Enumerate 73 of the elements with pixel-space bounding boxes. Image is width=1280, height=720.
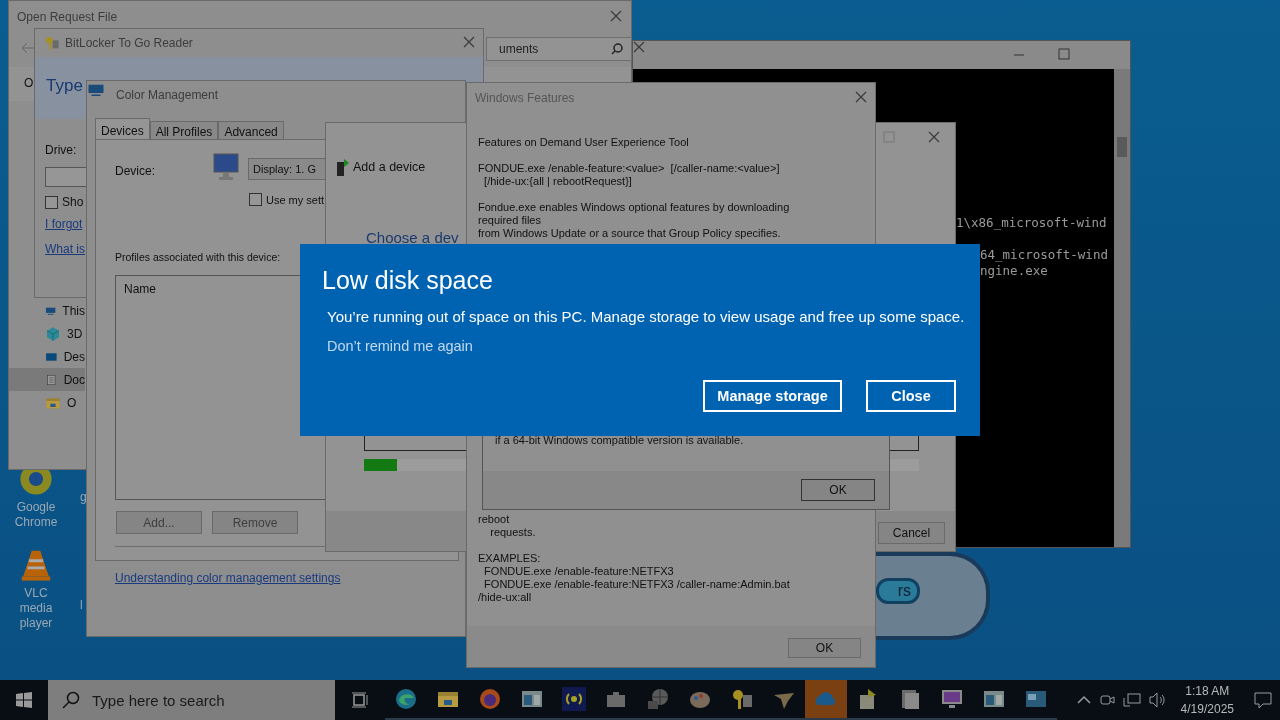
console-text: 64_microsoft-wind: [980, 247, 1108, 262]
close-icon[interactable]: [463, 36, 475, 48]
help-text: EXAMPLES: FONDUE.exe /enable-feature:NETFX3 FONDUE.exe /enable-feature:NETFX3 /caller-name:Admin.bat /hide-ux:all: [478, 552, 790, 604]
manage-storage-button[interactable]: Manage storage: [703, 380, 842, 412]
broadcast-icon: [562, 687, 586, 711]
scrollbar[interactable]: [1114, 69, 1130, 547]
close-button[interactable]: Close: [866, 380, 956, 412]
traffic-cone-icon: [19, 548, 53, 582]
search-field[interactable]: uments: [486, 37, 632, 61]
browser-icon: [394, 687, 418, 711]
console-text: 1\x86_microsoft-wind: [956, 215, 1107, 230]
start-icon[interactable]: [16, 692, 32, 708]
window-title: Add a device: [353, 160, 426, 174]
desktop-icon-label[interactable]: g: [80, 490, 87, 505]
cube-icon: [45, 325, 61, 342]
notification-icon[interactable]: [1254, 691, 1272, 709]
device-dropdown[interactable]: Display: 1. G: [248, 158, 325, 180]
nav-item[interactable]: This: [9, 299, 85, 322]
cancel-button[interactable]: Cancel: [878, 522, 945, 544]
search-icon: [611, 43, 623, 55]
window-title: Windows Features: [475, 91, 575, 105]
app-button[interactable]: rs: [876, 578, 920, 604]
task-view-icon[interactable]: [351, 692, 369, 708]
ok-button[interactable]: OK: [801, 479, 875, 501]
profiles-label: Profiles associated with this device:: [115, 251, 281, 263]
checkbox-label: Use my sett: [266, 193, 325, 206]
close-icon[interactable]: [928, 131, 940, 143]
globe-icon: [646, 687, 670, 711]
toolbar-text[interactable]: O: [24, 76, 34, 90]
nav-item[interactable]: Des: [9, 345, 85, 368]
keys-icon: [43, 35, 61, 51]
desktop-icon-label[interactable]: Google Chrome: [8, 500, 64, 530]
help-text: FONDUE.exe /enable-feature:<value> [/caller-name:<value>] [/hide-ux:{all | rebootRequest}]: [478, 162, 780, 188]
close-icon[interactable]: [855, 91, 867, 103]
maximize-icon[interactable]: [1058, 48, 1070, 60]
checkbox[interactable]: [249, 193, 262, 206]
help-text: Fondue.exe enables Windows optional features by downloading required files from Windows Update or a source that Group Policy specifies.: [478, 201, 790, 240]
checkbox[interactable]: [45, 195, 58, 209]
ok-button[interactable]: OK: [788, 638, 861, 658]
tab[interactable]: Devices: [95, 118, 150, 142]
monitor-icon: [940, 687, 964, 711]
device-icon: [336, 157, 350, 177]
help-text: reboot requests.: [478, 513, 536, 539]
camera-icon[interactable]: [1098, 692, 1115, 708]
network-icon[interactable]: [1122, 692, 1141, 708]
window-title: Color Management: [116, 88, 219, 102]
desktop-icon-label[interactable]: VLC media player: [8, 586, 64, 631]
nav-item[interactable]: Doc: [9, 368, 85, 391]
search-field[interactable]: Type here to search: [48, 680, 335, 720]
nav-item[interactable]: O: [9, 391, 85, 414]
browser-icon: [478, 687, 502, 711]
chevron-up-icon[interactable]: [1076, 695, 1091, 705]
close-icon[interactable]: [610, 10, 622, 22]
nav-item[interactable]: 3D: [9, 322, 85, 345]
checkbox-label: Sho: [62, 195, 84, 209]
help-text: Features on Demand User Experience Tool: [478, 136, 689, 149]
message-text: if a 64-bit Windows compatible version is available.: [495, 434, 744, 447]
key-icon: [730, 687, 754, 711]
desktop-icon-label[interactable]: l: [80, 598, 83, 613]
link[interactable]: Understanding color management settings: [115, 571, 341, 585]
heading: Choose a dev: [366, 229, 459, 246]
link[interactable]: I forgot: [45, 217, 83, 231]
device-label: Device:: [115, 164, 155, 178]
search-icon: [62, 691, 80, 709]
window-title: BitLocker To Go Reader: [65, 36, 193, 50]
clock[interactable]: 1:18 AM 4/19/2025: [1174, 682, 1240, 718]
window-title: Open Request File: [17, 10, 118, 24]
drive-label: Drive:: [45, 143, 77, 157]
volume-icon[interactable]: [1148, 692, 1167, 708]
heading: Type: [46, 76, 83, 96]
close-icon[interactable]: [633, 41, 645, 53]
console-text: ngine.exe: [980, 263, 1048, 278]
link[interactable]: What is: [45, 242, 85, 256]
